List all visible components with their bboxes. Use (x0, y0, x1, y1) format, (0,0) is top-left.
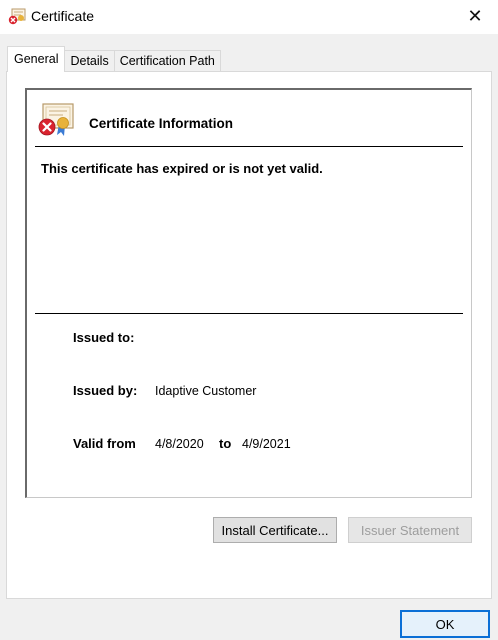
dialog-client: General Details Certification Path Certi… (0, 34, 498, 640)
tab-general[interactable]: General (7, 46, 66, 72)
valid-from-date: 4/8/2020 (155, 437, 204, 451)
install-certificate-button[interactable]: Install Certificate... (213, 517, 337, 543)
tab-details[interactable]: Details (64, 50, 115, 72)
general-tab-panel: Certificate Information This certificate… (6, 71, 492, 599)
issuer-statement-button[interactable]: Issuer Statement (348, 517, 472, 543)
issued-to-label: Issued to: (73, 330, 135, 345)
tab-strip: General Details Certification Path (7, 46, 221, 72)
certificate-error-icon (38, 103, 74, 136)
issued-by-value: Idaptive Customer (155, 384, 257, 398)
divider (35, 146, 463, 147)
close-button[interactable]: ✕ (452, 0, 498, 32)
tab-certification-path[interactable]: Certification Path (113, 50, 221, 72)
certificate-status-message: This certificate has expired or is not y… (41, 161, 323, 176)
close-icon: ✕ (467, 5, 483, 26)
divider (35, 313, 463, 314)
certificate-info-heading: Certificate Information (89, 116, 234, 131)
ok-button[interactable]: OK (400, 610, 490, 638)
certificate-info-box: Certificate Information This certificate… (25, 88, 472, 498)
valid-to-label: to (219, 436, 232, 451)
valid-from-label: Valid from (73, 436, 136, 451)
window-title: Certificate (31, 8, 95, 24)
valid-to-date: 4/9/2021 (242, 437, 291, 451)
certificate-error-icon (8, 8, 26, 25)
title-bar: Certificate ✕ (0, 0, 498, 34)
issued-by-label: Issued by: (73, 383, 138, 398)
